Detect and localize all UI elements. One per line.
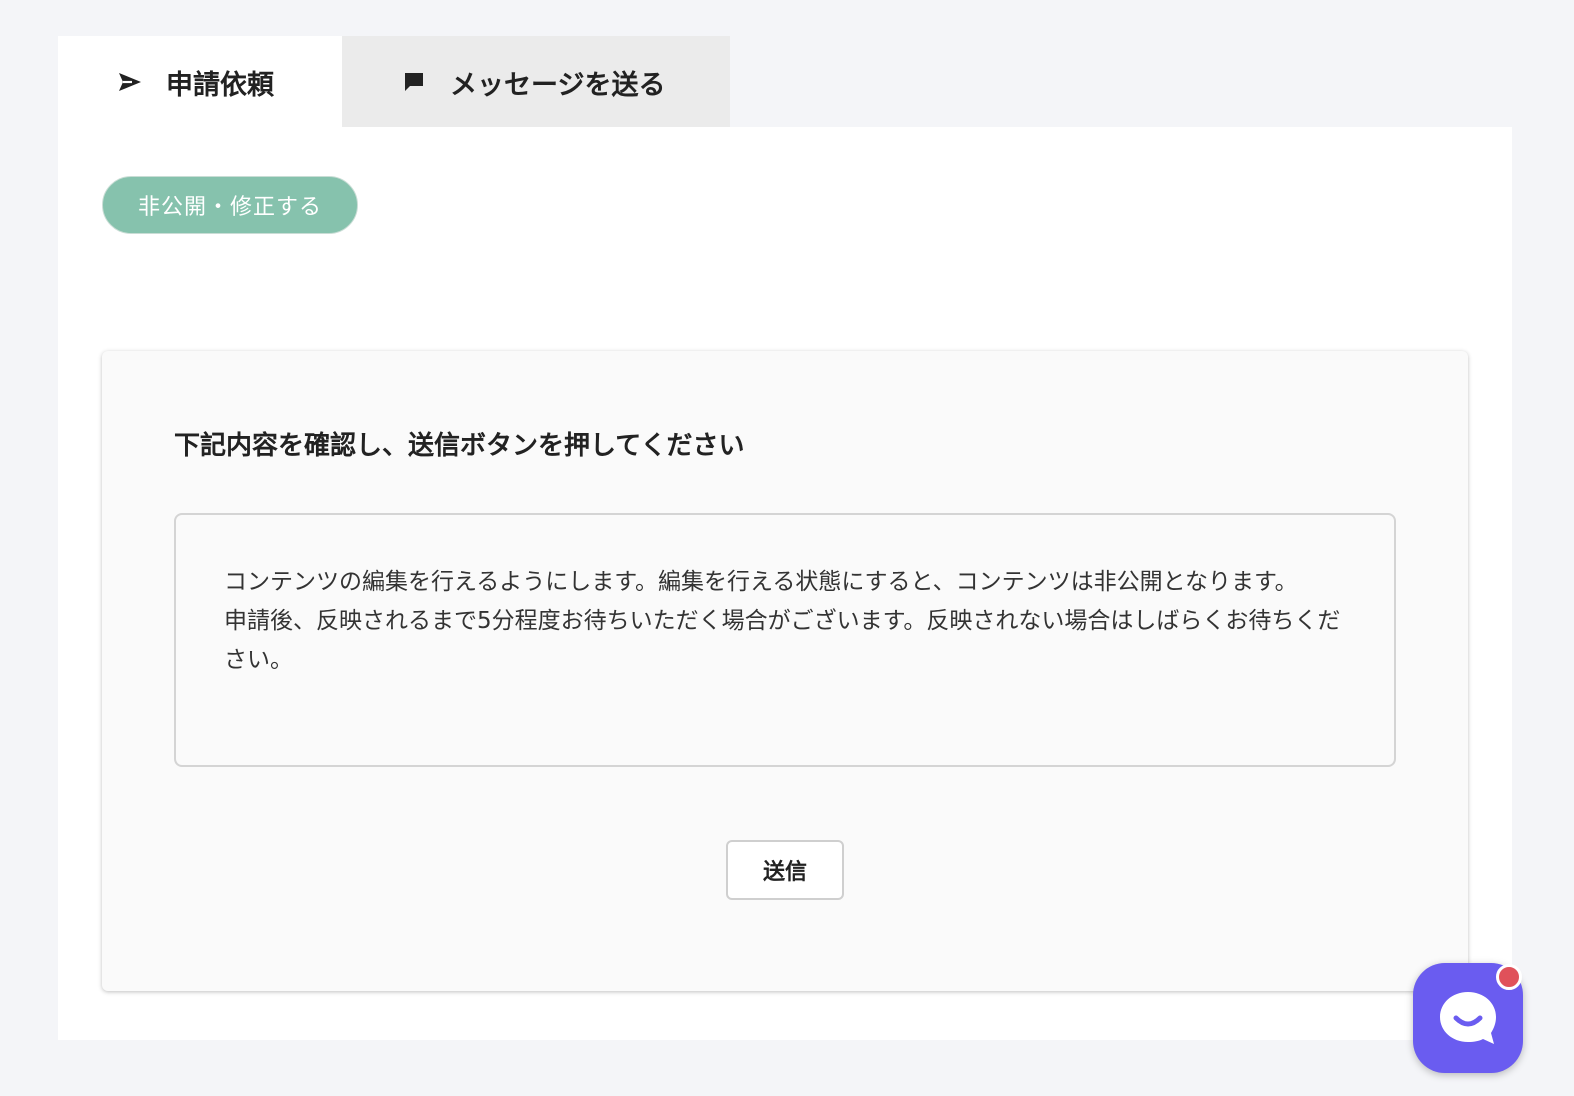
confirmation-heading: 下記内容を確認し、送信ボタンを押してください: [174, 431, 745, 461]
tab-content-panel: 非公開・修正する 下記内容を確認し、送信ボタンを押してください コンテンツの編集…: [58, 127, 1512, 1040]
chat-smile-icon: [1440, 992, 1496, 1044]
tab-apply-request-label: 申請依頼: [166, 69, 274, 101]
notice-text-2: 申請後、反映されるまで5分程度お待ちいただく場合がございます。反映されない場合は…: [224, 608, 1341, 673]
chat-bubble-icon: [402, 70, 426, 94]
notice-box: コンテンツの編集を行えるようにします。編集を行える状態にすると、コンテンツは非公…: [174, 513, 1396, 767]
tab-send-message-label: メッセージを送る: [450, 69, 666, 101]
confirmation-card: 下記内容を確認し、送信ボタンを押してください コンテンツの編集を行えるようにしま…: [102, 351, 1468, 991]
tab-apply-request[interactable]: 申請依頼: [58, 36, 342, 128]
notice-text-1: コンテンツの編集を行えるようにします。編集を行える状態にすると、コンテンツは非公…: [224, 569, 1298, 595]
unpublish-edit-button[interactable]: 非公開・修正する: [102, 176, 358, 234]
tab-bar: 申請依頼 メッセージを送る: [58, 36, 730, 128]
notification-badge: [1496, 964, 1522, 990]
paper-plane-icon: [118, 70, 142, 94]
submit-button[interactable]: 送信: [726, 840, 844, 900]
tab-send-message[interactable]: メッセージを送る: [342, 36, 730, 128]
